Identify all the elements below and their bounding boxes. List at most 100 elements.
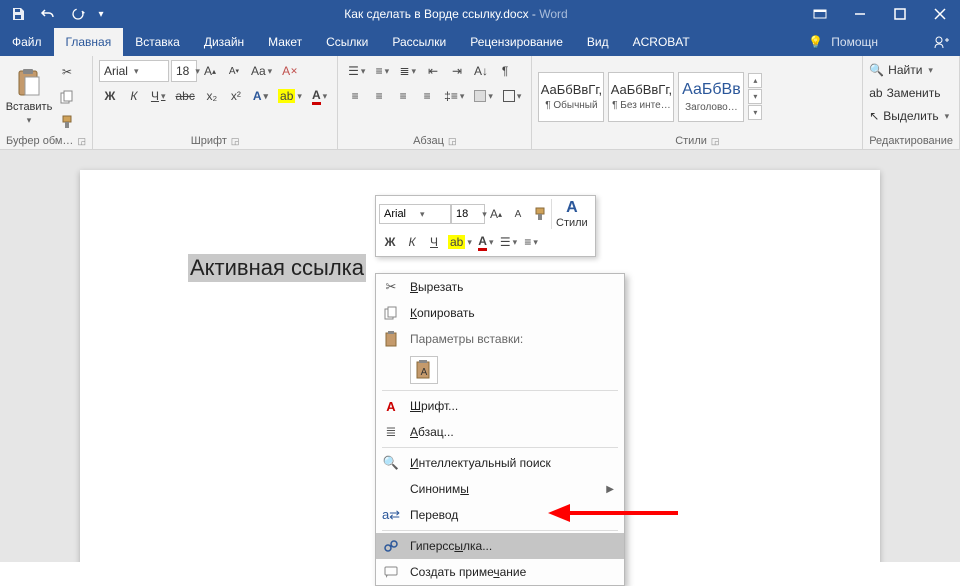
tell-me-icon[interactable]: 💡: [808, 35, 823, 49]
style-heading1[interactable]: АаБбВвЗаголово…: [678, 72, 744, 122]
strike-button[interactable]: abc: [171, 85, 198, 107]
paste-button[interactable]: Вставить ▾: [6, 60, 52, 133]
group-label-clipboard: Буфер обм…: [6, 135, 73, 147]
ctx-comment[interactable]: Создать примечание: [376, 559, 624, 585]
italic-button[interactable]: К: [123, 85, 145, 107]
select-button[interactable]: ↖Выделить▾: [869, 106, 949, 126]
ctx-hyperlink[interactable]: Гиперссылка...: [376, 533, 624, 559]
clear-format-icon[interactable]: A✕: [278, 60, 302, 82]
align-center-icon[interactable]: ≡: [368, 85, 390, 107]
mini-painter-icon[interactable]: [529, 203, 551, 225]
sort-icon[interactable]: A↓: [470, 60, 492, 82]
mini-underline[interactable]: Ч: [423, 231, 445, 253]
ctx-smart-lookup[interactable]: 🔍Интеллектуальный поиск: [376, 450, 624, 476]
ctx-copy[interactable]: Копировать: [376, 300, 624, 326]
share-icon[interactable]: [934, 35, 950, 49]
mini-bold[interactable]: Ж: [379, 231, 401, 253]
mini-grow-icon[interactable]: A▴: [485, 203, 507, 225]
highlight-icon[interactable]: ab▾: [274, 85, 306, 107]
launcher-icon[interactable]: ◲: [231, 136, 240, 146]
group-label-para: Абзац: [413, 135, 444, 147]
ctx-font[interactable]: AШрифт...: [376, 393, 624, 419]
replace-button[interactable]: abЗаменить: [869, 83, 949, 103]
selected-text[interactable]: Активная ссылка: [188, 254, 366, 282]
cut-icon[interactable]: ✂: [56, 61, 78, 83]
tell-me-label[interactable]: Помощн: [831, 35, 878, 49]
outdent-icon[interactable]: ⇤: [422, 60, 444, 82]
text-effects-icon[interactable]: A▾: [249, 85, 272, 107]
launcher-icon[interactable]: ◲: [77, 136, 86, 146]
launcher-icon[interactable]: ◲: [711, 136, 720, 146]
justify-icon[interactable]: ≡: [416, 85, 438, 107]
line-spacing-icon[interactable]: ‡≡▾: [440, 85, 468, 107]
style-nospacing[interactable]: АаБбВвГг,¶ Без инте…: [608, 72, 674, 122]
qat-dropdown-icon[interactable]: ▾: [94, 0, 108, 28]
close-icon[interactable]: [920, 0, 960, 28]
ribbon-options-icon[interactable]: [800, 0, 840, 28]
annotation-arrow: [548, 504, 678, 524]
tab-view[interactable]: Вид: [575, 28, 621, 56]
font-size-combo[interactable]: 18▾: [171, 60, 197, 82]
indent-icon[interactable]: ⇥: [446, 60, 468, 82]
tab-references[interactable]: Ссылки: [314, 28, 380, 56]
tab-layout[interactable]: Макет: [256, 28, 314, 56]
change-case-icon[interactable]: Aa▾: [247, 60, 276, 82]
mini-highlight[interactable]: ab▾: [445, 231, 475, 253]
launcher-icon[interactable]: ◲: [448, 136, 457, 146]
mini-size-combo[interactable]: 18▾: [451, 204, 485, 224]
font-color-icon[interactable]: A▾: [308, 85, 331, 107]
underline-button[interactable]: Ч▾: [147, 85, 170, 107]
mini-fontcolor[interactable]: A▾: [475, 231, 497, 253]
tab-design[interactable]: Дизайн: [192, 28, 256, 56]
group-font: Arial▾ 18▾ A▴ A▾ Aa▾ A✕ Ж К Ч▾ abc x₂ x²…: [93, 56, 338, 149]
group-label-editing: Редактирование: [869, 135, 953, 147]
superscript-button[interactable]: x²: [225, 85, 247, 107]
shrink-font-icon[interactable]: A▾: [223, 60, 245, 82]
ctx-cut[interactable]: ✂Вырезать: [376, 274, 624, 300]
format-painter-icon[interactable]: [56, 111, 78, 133]
redo-icon[interactable]: [64, 0, 92, 28]
minimize-icon[interactable]: [840, 0, 880, 28]
app-name: Word: [539, 7, 567, 21]
shading-icon[interactable]: ▾: [470, 85, 497, 107]
multilevel-icon[interactable]: ≣▾: [395, 60, 420, 82]
mini-italic[interactable]: К: [401, 231, 423, 253]
font-name-combo[interactable]: Arial▾: [99, 60, 169, 82]
mini-bullets[interactable]: ☰▾: [497, 231, 520, 253]
save-icon[interactable]: [4, 0, 32, 28]
paste-keep-source-icon[interactable]: A: [410, 356, 438, 384]
copy-icon[interactable]: [56, 86, 78, 108]
mini-numbering[interactable]: ≡▾: [520, 231, 542, 253]
link-icon: [382, 537, 400, 555]
align-left-icon[interactable]: ≡: [344, 85, 366, 107]
styles-gallery[interactable]: АаБбВвГг,¶ Обычный АаБбВвГг,¶ Без инте… …: [538, 60, 762, 133]
align-right-icon[interactable]: ≡: [392, 85, 414, 107]
comment-icon: [382, 563, 400, 581]
mini-font-combo[interactable]: Arial▾: [379, 204, 451, 224]
tab-file[interactable]: Файл: [0, 28, 54, 56]
ctx-synonyms[interactable]: Синонимы▶: [376, 476, 624, 502]
ctx-paragraph[interactable]: ≣Абзац...: [376, 419, 624, 445]
tab-home[interactable]: Главная: [54, 28, 124, 56]
mini-shrink-icon[interactable]: A: [507, 203, 529, 225]
tab-insert[interactable]: Вставка: [123, 28, 192, 56]
para-icon: ≣: [382, 423, 400, 441]
find-button[interactable]: 🔍Найти▾: [869, 60, 949, 80]
document-filename: Как сделать в Ворде ссылку.docx: [344, 7, 528, 21]
group-label-styles: Стили: [675, 135, 707, 147]
style-normal[interactable]: АаБбВвГг,¶ Обычный: [538, 72, 604, 122]
subscript-button[interactable]: x₂: [201, 85, 223, 107]
borders-icon[interactable]: ▾: [499, 85, 526, 107]
bold-button[interactable]: Ж: [99, 85, 121, 107]
pilcrow-icon[interactable]: ¶: [494, 60, 516, 82]
tab-mailings[interactable]: Рассылки: [380, 28, 458, 56]
tab-acrobat[interactable]: ACROBAT: [621, 28, 702, 56]
undo-icon[interactable]: [34, 0, 62, 28]
tab-review[interactable]: Рецензирование: [458, 28, 575, 56]
mini-styles-button[interactable]: A Стили: [551, 199, 592, 229]
maximize-icon[interactable]: [880, 0, 920, 28]
styles-scroll[interactable]: ▴▾▾: [748, 73, 762, 120]
numbering-icon[interactable]: ≡▾: [371, 60, 393, 82]
grow-font-icon[interactable]: A▴: [199, 60, 221, 82]
bullets-icon[interactable]: ☰▾: [344, 60, 369, 82]
